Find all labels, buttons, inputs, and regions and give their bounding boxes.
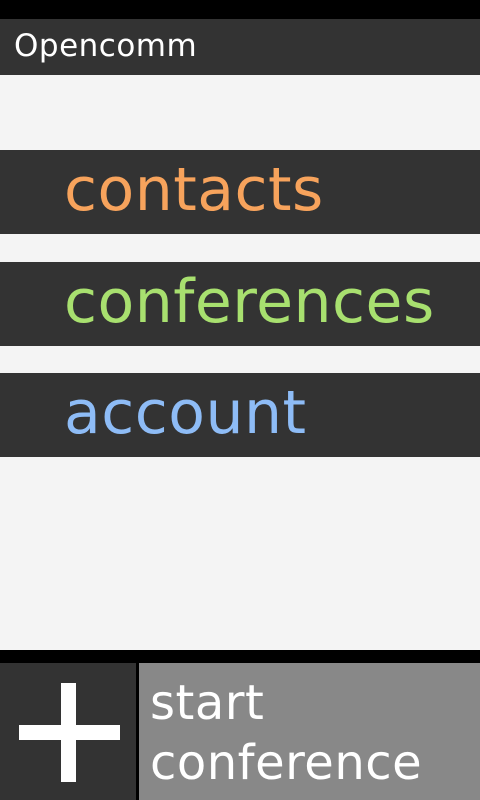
app-title: Opencomm [14,28,198,64]
title-bar: Opencomm [0,19,480,75]
status-bar [0,0,480,19]
start-conference-button[interactable]: start conference [139,663,480,800]
menu-item-conferences[interactable]: conferences [0,262,480,346]
add-button[interactable] [0,663,136,800]
menu-item-conferences-label: conferences [64,267,435,337]
menu-item-contacts-label: contacts [64,155,324,225]
plus-icon-vertical [61,683,76,782]
menu-item-account-label: account [64,378,307,448]
menu-item-account[interactable]: account [0,373,480,457]
start-conference-label: start conference [150,675,423,791]
menu-item-contacts[interactable]: contacts [0,150,480,234]
